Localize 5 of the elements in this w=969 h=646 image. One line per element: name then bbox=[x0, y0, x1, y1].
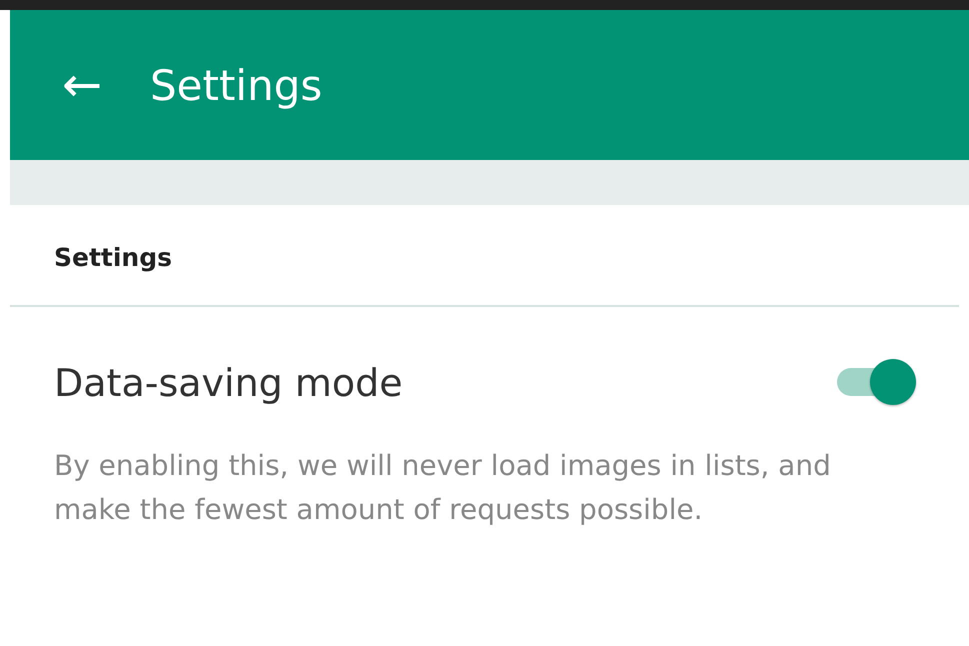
preference-summary: By enabling this, we will never load images in lists, and make the fewest amount of requests possible. bbox=[54, 448, 832, 528]
back-icon[interactable]: ← bbox=[10, 61, 150, 109]
section-header: Settings bbox=[10, 205, 959, 306]
app-bar-title: Settings bbox=[150, 60, 322, 112]
preference-title: Data-saving mode bbox=[54, 360, 403, 406]
